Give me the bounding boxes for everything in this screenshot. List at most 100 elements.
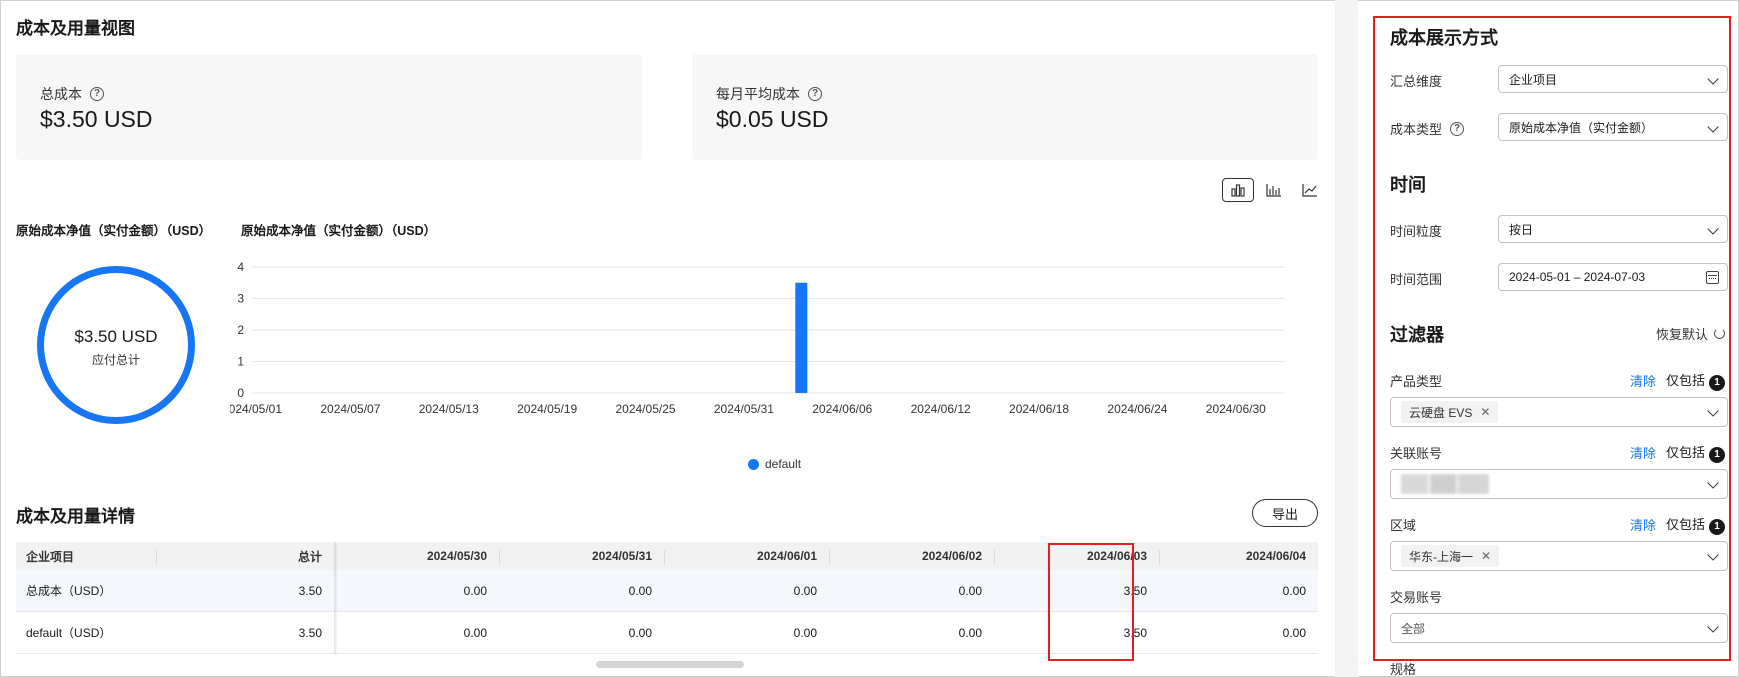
clear-filter-link[interactable]: 清除 xyxy=(1630,443,1656,462)
filter-section-title: 过滤器 xyxy=(1390,325,1444,345)
time-range-picker[interactable]: 2024-05-01 – 2024-07-03 xyxy=(1498,263,1728,291)
product-type-multiselect[interactable]: 云硬盘 EVS ✕ xyxy=(1390,397,1728,427)
donut-sublabel: 应付总计 xyxy=(91,353,140,367)
filter-region-label: 区域 xyxy=(1390,518,1417,533)
export-button[interactable]: 导出 xyxy=(1252,499,1318,527)
region-multiselect[interactable]: 华东-上海一 ✕ xyxy=(1390,541,1728,571)
column-header-date[interactable]: 2024/06/03 xyxy=(994,542,1159,570)
clear-filter-link[interactable]: 清除 xyxy=(1630,371,1656,390)
restore-default-label: 恢复默认 xyxy=(1655,327,1708,342)
table-cell: 0.00 xyxy=(1282,625,1306,640)
restore-default-button[interactable]: 恢复默认 xyxy=(1656,324,1725,343)
only-include-label: 仅包括 xyxy=(1665,517,1705,532)
cost-type-label: 成本类型 ? xyxy=(1390,119,1465,138)
column-chart-view-button[interactable] xyxy=(1258,178,1290,202)
clear-filter-link[interactable]: 清除 xyxy=(1630,515,1656,534)
details-title: 成本及用量详情 xyxy=(16,507,135,526)
time-range-label: 时间范围 xyxy=(1390,272,1443,287)
cost-bar-chart: 0 1 2 3 4 2024/05/01 2024/05/07 2024/05/13 2024… xyxy=(230,260,1285,416)
chevron-down-icon xyxy=(1707,73,1719,85)
x-tick-label: 2024/06/12 xyxy=(911,402,971,416)
display-section-title: 成本展示方式 xyxy=(1390,28,1498,48)
chart-legend[interactable]: default xyxy=(748,457,801,471)
monthly-avg-card: 每月平均成本 ? $0.05 USD xyxy=(692,54,1318,160)
x-tick-label: 2024/06/18 xyxy=(1009,402,1069,416)
sticky-column-shadow xyxy=(334,542,338,654)
y-tick-label: 1 xyxy=(237,355,244,369)
details-table: 企业项目 总计 2024/05/30 2024/05/31 2024/06/01… xyxy=(16,542,1318,654)
cost-type-select[interactable]: 原始成本净值（实付金额） xyxy=(1498,113,1728,141)
table-cell: 3.50 xyxy=(1123,625,1147,640)
only-include-toggle[interactable]: 仅包括 1 xyxy=(1666,370,1725,391)
column-header-date[interactable]: 2024/06/01 xyxy=(664,542,829,570)
line-chart-view-button[interactable] xyxy=(1294,178,1326,202)
table-cell: 0.00 xyxy=(1282,583,1306,598)
table-cell: default（USD） xyxy=(26,626,112,640)
time-granularity-value: 按日 xyxy=(1509,222,1534,237)
count-badge: 1 xyxy=(1709,518,1725,535)
total-cost-card: 总成本 ? $3.50 USD xyxy=(16,54,642,160)
time-section-title: 时间 xyxy=(1390,175,1426,195)
close-icon[interactable]: ✕ xyxy=(1480,405,1490,419)
only-include-toggle[interactable]: 仅包括 1 xyxy=(1666,442,1725,463)
table-cell: 0.00 xyxy=(958,583,982,598)
column-header-date[interactable]: 2024/05/31 xyxy=(499,542,664,570)
table-cell: 0.00 xyxy=(958,625,982,640)
column-header-date[interactable]: 2024/05/30 xyxy=(334,542,499,570)
x-tick-label: 2024/05/19 xyxy=(517,402,577,416)
x-tick-label: 2024/05/31 xyxy=(714,402,774,416)
trade-account-select[interactable]: 全部 xyxy=(1390,613,1728,643)
selected-tag: 华东-上海一 ✕ xyxy=(1401,545,1500,567)
close-icon[interactable]: ✕ xyxy=(1481,549,1491,563)
x-tick-label: 2024/06/30 xyxy=(1206,402,1266,416)
only-include-toggle[interactable]: 仅包括 1 xyxy=(1666,514,1725,535)
table-row[interactable]: 总成本（USD） 3.50 0.00 0.00 0.00 0.00 3.50 0… xyxy=(16,570,1318,612)
legend-label: default xyxy=(765,457,802,471)
table-cell: 3.50 xyxy=(1123,583,1147,598)
total-cost-label: 总成本 ? xyxy=(40,84,104,104)
column-header-total[interactable]: 总计 xyxy=(156,542,334,570)
chevron-down-icon xyxy=(1707,223,1719,235)
summary-dimension-select[interactable]: 企业项目 xyxy=(1498,65,1728,93)
bar-chart-view-button[interactable] xyxy=(1222,178,1254,202)
donut-value: $3.50 USD xyxy=(74,327,158,346)
line-chart-icon xyxy=(1302,184,1317,197)
help-icon[interactable]: ? xyxy=(1450,121,1465,136)
table-header-row: 企业项目 总计 2024/05/30 2024/05/31 2024/06/01… xyxy=(16,542,1318,570)
main-panel: 成本及用量视图 总成本 ? $3.50 USD 每月平均成本 ? $0.05 U… xyxy=(0,0,1335,677)
chevron-down-icon xyxy=(1707,121,1719,133)
monthly-avg-value: $0.05 USD xyxy=(716,106,829,132)
only-include-label: 仅包括 xyxy=(1665,373,1705,388)
table-row[interactable]: default（USD） 3.50 0.00 0.00 0.00 0.00 3.… xyxy=(16,612,1318,654)
legend-swatch xyxy=(748,458,759,470)
x-tick-label: 2024/05/01 xyxy=(230,402,282,416)
settings-sidebar: 成本展示方式 汇总维度 企业项目 成本类型 ? 原始成本净值（实付金额） 时间 … xyxy=(1358,0,1739,677)
linked-account-multiselect[interactable] xyxy=(1390,469,1728,499)
calendar-icon xyxy=(1706,271,1719,284)
summary-dimension-label: 汇总维度 xyxy=(1390,74,1443,89)
y-tick-label: 2 xyxy=(237,323,244,337)
column-header-date[interactable]: 2024/06/02 xyxy=(829,542,994,570)
help-icon[interactable]: ? xyxy=(808,87,822,101)
monthly-avg-label: 每月平均成本 ? xyxy=(716,84,822,104)
time-range-value: 2024-05-01 – 2024-07-03 xyxy=(1509,270,1646,284)
selected-tag: 云硬盘 EVS ✕ xyxy=(1401,401,1499,423)
page-title: 成本及用量视图 xyxy=(16,19,135,38)
count-badge: 1 xyxy=(1709,374,1725,391)
time-granularity-select[interactable]: 按日 xyxy=(1498,215,1728,243)
column-chart-icon xyxy=(1266,184,1281,197)
tag-label: 华东-上海一 xyxy=(1409,549,1473,564)
only-include-label: 仅包括 xyxy=(1665,445,1705,460)
x-tick-label: 2024/06/24 xyxy=(1107,402,1167,416)
column-header-project[interactable]: 企业项目 xyxy=(16,542,156,570)
summary-dimension-value: 企业项目 xyxy=(1509,72,1558,87)
x-tick-label: 2024/06/06 xyxy=(812,402,872,416)
column-header-date[interactable]: 2024/06/04 xyxy=(1159,542,1318,570)
total-cost-value: $3.50 USD xyxy=(40,106,153,132)
x-tick-label: 2024/05/25 xyxy=(615,402,675,416)
filter-product-type-label: 产品类型 xyxy=(1390,374,1443,389)
help-icon[interactable]: ? xyxy=(90,87,104,101)
time-granularity-label: 时间粒度 xyxy=(1390,224,1443,239)
filter-region-actions: 清除 仅包括 1 xyxy=(1630,514,1725,535)
table-horizontal-scrollbar[interactable] xyxy=(596,661,744,668)
